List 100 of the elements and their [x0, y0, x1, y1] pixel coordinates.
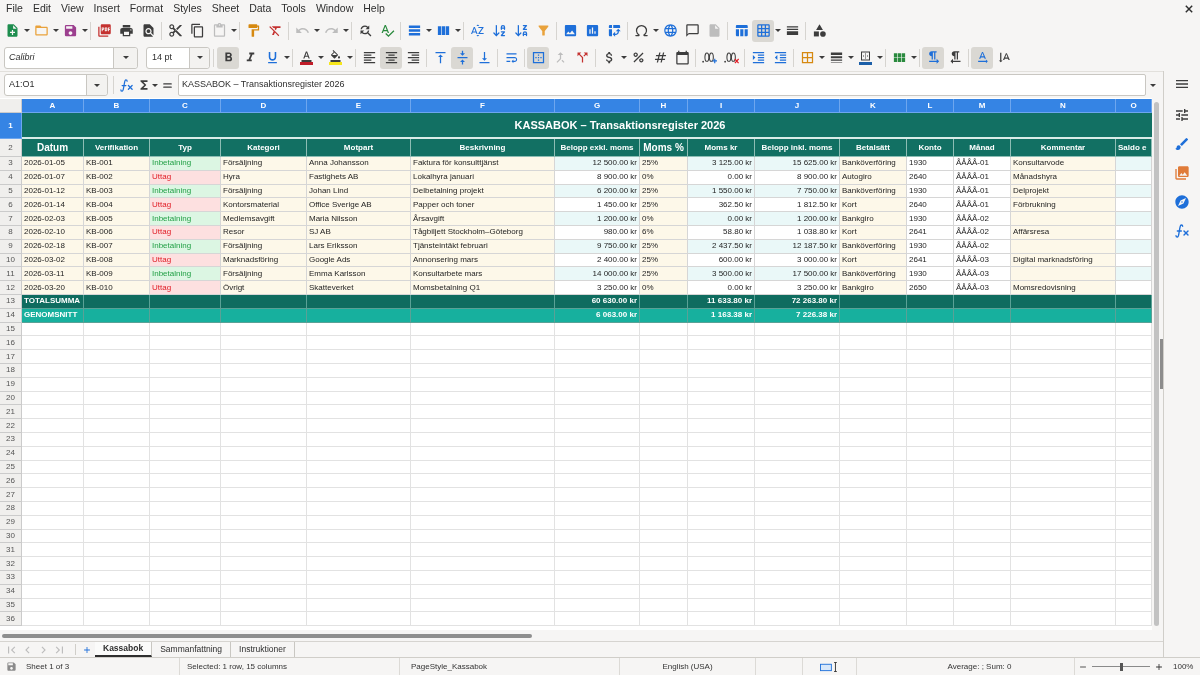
caret-icon[interactable] — [876, 56, 883, 59]
text-orientation-button[interactable] — [971, 46, 993, 69]
column-header[interactable]: I — [688, 99, 755, 113]
formula-input[interactable]: KASSABOK – Transaktionsregister 2026 — [178, 74, 1146, 96]
sidebar-resize-handle[interactable] — [1160, 339, 1163, 389]
caret-icon[interactable] — [774, 29, 781, 32]
bold-button[interactable] — [217, 46, 239, 69]
menu-item[interactable]: Window — [310, 3, 359, 14]
table-cell: Inbetalning — [150, 212, 221, 226]
caret-icon[interactable] — [52, 29, 59, 32]
column-header[interactable]: M — [954, 99, 1011, 113]
close-icon[interactable] — [1185, 4, 1193, 13]
menu-item[interactable]: Insert — [88, 3, 125, 14]
column-header[interactable]: N — [1011, 99, 1116, 113]
caret-icon[interactable] — [847, 56, 854, 59]
font-name-field[interactable]: Calibri — [4, 46, 138, 69]
caret-icon[interactable] — [94, 83, 100, 87]
row-header[interactable]: 6 — [0, 198, 22, 213]
merge-center-button[interactable] — [527, 46, 549, 69]
column-heading: Kategori — [221, 139, 307, 157]
row-header[interactable]: 3 — [0, 157, 22, 171]
column-header[interactable]: E — [307, 99, 411, 113]
menu-item[interactable]: Data — [244, 3, 277, 14]
table-cell: 362.50 kr — [688, 198, 755, 213]
row-header[interactable]: 31 — [0, 543, 22, 558]
caret-icon[interactable] — [317, 56, 324, 59]
caret-icon[interactable] — [122, 56, 129, 59]
caret-icon[interactable] — [818, 56, 825, 59]
freeze-button[interactable] — [752, 19, 774, 42]
row-header[interactable]: 16 — [0, 336, 22, 351]
row-header[interactable]: 32 — [0, 557, 22, 571]
align-middle-button[interactable] — [451, 46, 473, 69]
row-header[interactable]: 27 — [0, 488, 22, 502]
brush-icon[interactable] — [1174, 136, 1190, 152]
column-header[interactable]: B — [84, 99, 150, 113]
column-header[interactable]: J — [755, 99, 840, 113]
row-header[interactable]: 7 — [0, 212, 22, 226]
font-size-field[interactable]: 14 pt — [146, 46, 210, 69]
table-cell: Inbetalning — [150, 157, 221, 171]
column-header[interactable]: K — [840, 99, 907, 113]
caret-icon[interactable] — [196, 56, 203, 59]
function-icon[interactable] — [1174, 223, 1190, 239]
left-to-right-button[interactable] — [922, 46, 944, 69]
expand-caret-icon[interactable] — [1150, 83, 1156, 87]
column-header[interactable]: H — [640, 99, 688, 113]
scrollbar-thumb[interactable] — [1154, 102, 1159, 626]
menu-item[interactable]: Tools — [276, 3, 311, 14]
row-header[interactable]: 17 — [0, 350, 22, 364]
row-header[interactable]: 26 — [0, 474, 22, 489]
menu-item[interactable]: File — [1, 3, 28, 14]
menu-item[interactable]: Sheet — [206, 3, 245, 14]
column-header[interactable]: G — [555, 99, 640, 113]
sliders-icon[interactable] — [1174, 107, 1190, 123]
row-header[interactable]: 36 — [0, 612, 22, 627]
caret-icon[interactable] — [81, 29, 88, 32]
caret-icon[interactable] — [425, 29, 432, 32]
row-header[interactable]: 12 — [0, 281, 22, 295]
menu-item[interactable]: Format — [124, 3, 169, 14]
caret-icon[interactable] — [283, 56, 290, 59]
column-header[interactable]: C — [150, 99, 221, 113]
save-icon[interactable] — [6, 661, 17, 672]
gallery-icon[interactable] — [1174, 165, 1190, 181]
column-header[interactable]: D — [221, 99, 307, 113]
sheet-tab[interactable]: Kassabok — [95, 642, 153, 657]
column-header[interactable]: A — [22, 99, 84, 113]
scrollbar-thumb[interactable] — [2, 633, 532, 638]
zoom-level[interactable]: 100% — [1173, 662, 1194, 671]
align-right-icon — [405, 50, 421, 65]
function-wizard-icon[interactable] — [119, 77, 134, 93]
column-heading: Beskrivning — [411, 139, 555, 157]
zoom-slider[interactable] — [1092, 661, 1150, 672]
sheet-tab[interactable]: Sammanfattning — [152, 642, 232, 657]
caret-icon[interactable] — [346, 56, 353, 59]
sheet-tab[interactable]: Instruktioner — [231, 642, 295, 657]
column-header[interactable]: O — [1116, 99, 1152, 113]
column-header[interactable]: L — [907, 99, 954, 113]
caret-icon[interactable] — [23, 29, 30, 32]
caret-icon[interactable] — [454, 29, 461, 32]
align-center-button[interactable] — [380, 46, 402, 69]
compass-icon[interactable] — [1174, 194, 1190, 210]
caret-icon[interactable] — [620, 56, 627, 59]
column-header[interactable]: F — [411, 99, 555, 113]
selection-mode-icon[interactable] — [819, 661, 840, 672]
slider-thumb[interactable] — [1119, 662, 1123, 671]
caret-icon[interactable] — [652, 29, 659, 32]
menu-item[interactable]: Styles — [168, 3, 207, 14]
name-box[interactable]: A1:O1 — [4, 74, 108, 96]
caret-icon[interactable] — [910, 56, 917, 59]
menu-item[interactable]: View — [56, 3, 89, 14]
menu-item[interactable]: Edit — [27, 3, 56, 14]
row-header[interactable]: 2 — [0, 139, 22, 157]
caret-icon[interactable] — [152, 83, 158, 87]
row-header[interactable]: 1 — [0, 113, 22, 139]
sum-icon[interactable] — [137, 78, 151, 92]
row-header[interactable]: 21 — [0, 405, 22, 420]
column-heading: Moms kr — [688, 139, 755, 157]
menu-item[interactable]: Help — [358, 3, 390, 14]
table-cell: 0% — [640, 281, 688, 295]
row-header[interactable]: 11 — [0, 267, 22, 282]
row-header[interactable]: 22 — [0, 419, 22, 433]
